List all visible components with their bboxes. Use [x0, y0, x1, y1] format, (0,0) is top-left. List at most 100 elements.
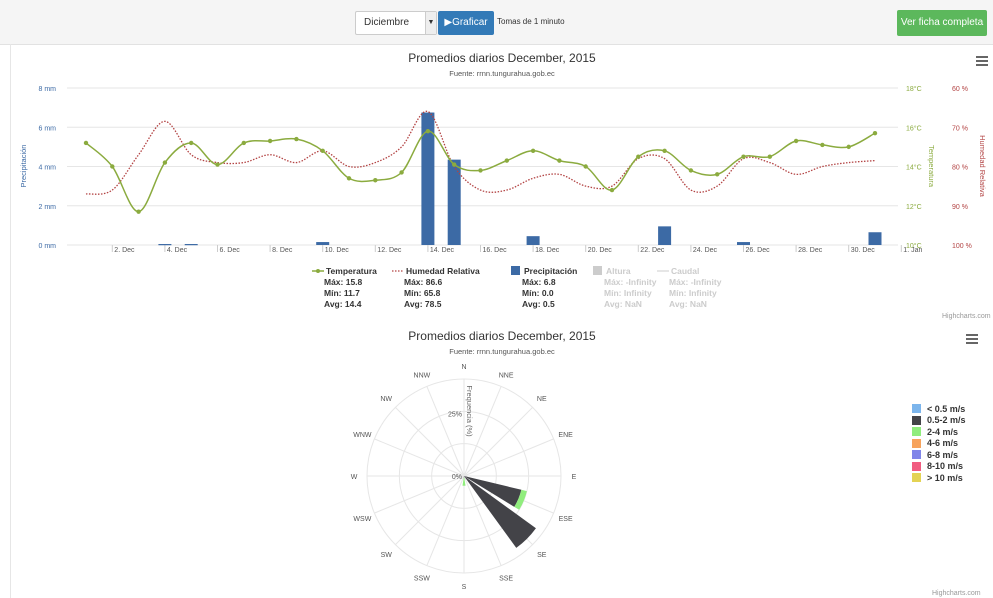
- wind-legend-label: 6-8 m/s: [927, 449, 959, 460]
- chart1-title: Promedios diarios December, 2015: [408, 51, 596, 65]
- x-tick-label: 4. Dec: [167, 247, 188, 254]
- legend-min: Mín: 11.7: [324, 288, 360, 298]
- chevron-down-icon[interactable]: ▼: [425, 12, 436, 34]
- temperature-axis-title: Temperatura: [927, 145, 936, 188]
- graph-button[interactable]: ▶Graficar: [438, 11, 494, 35]
- humidity-axis-title: Humedad Relativa: [978, 135, 987, 198]
- legend-precipitation-symbol: [511, 266, 520, 275]
- temperature-point: [373, 178, 378, 183]
- wind-legend-label: 2-4 m/s: [927, 426, 959, 437]
- wind-legend-item[interactable]: < 0.5 m/s: [912, 403, 966, 415]
- wind-legend-swatch: [912, 450, 921, 460]
- precipitation-bar: [737, 242, 750, 245]
- precipitation-bar: [658, 226, 672, 245]
- direction-label: SE: [537, 552, 547, 559]
- direction-gridline: [395, 475, 465, 545]
- direction-label: SSW: [414, 576, 430, 583]
- wind-legend-swatch: [912, 427, 921, 437]
- legend-max: Máx: 15.8: [324, 277, 363, 287]
- direction-label: SW: [381, 552, 393, 559]
- precipitation-tick-label: 2 mm: [39, 204, 57, 211]
- wind-legend-item[interactable]: > 10 m/s: [912, 472, 966, 484]
- play-icon: ▶: [444, 17, 453, 28]
- precipitation-tick-label: 4 mm: [39, 165, 57, 172]
- x-tick-label: 28. Dec: [798, 247, 823, 254]
- legend-temperature-marker: [316, 269, 320, 273]
- precipitation-bar: [868, 232, 882, 245]
- precipitation-tick-label: 0 mm: [39, 243, 57, 250]
- x-tick-label: 1. Jan: [903, 247, 922, 254]
- temperature-point: [820, 142, 825, 148]
- temperature-tick-label: 12°C: [906, 203, 922, 211]
- month-select-value: Diciembre: [364, 17, 410, 28]
- wind-legend-label: 8-10 m/s: [927, 461, 964, 472]
- legend-series-name: Altura: [606, 266, 631, 276]
- x-tick-label: 2. Dec: [114, 247, 135, 254]
- temperature-point: [872, 130, 878, 136]
- daily-averages-chart: Promedios diarios December, 2015 Fuente: …: [19, 51, 987, 309]
- wind-rose-chart: Promedios diarios December, 2015 Fuente: …: [351, 329, 596, 591]
- wind-legend-item[interactable]: 0.5-2 m/s: [912, 415, 966, 427]
- chart2-title: Promedios diarios December, 2015: [408, 329, 596, 343]
- wind-legend-label: 0.5-2 m/s: [927, 415, 966, 426]
- sample-rate-text: Tomas de 1 minuto: [497, 17, 565, 26]
- temperature-point: [530, 148, 536, 153]
- direction-label: WSW: [353, 516, 371, 523]
- temperature-tick-label: 16°C: [906, 124, 922, 132]
- temperature-point: [162, 160, 168, 165]
- temperature-point: [452, 162, 457, 167]
- wind-legend-swatch: [912, 404, 921, 414]
- x-tick-label: 30. Dec: [851, 247, 876, 254]
- temperature-point: [83, 140, 89, 146]
- credits-link-1[interactable]: Highcharts.com: [942, 313, 991, 320]
- temperature-point: [583, 164, 588, 169]
- direction-label: ENE: [558, 432, 573, 439]
- humidity-tick-label: 90 %: [952, 204, 968, 211]
- humidity-tick-label: 70 %: [952, 125, 968, 132]
- direction-label: E: [572, 474, 577, 481]
- wind-legend-swatch: [912, 461, 921, 471]
- radial-tick-label: 25%: [448, 411, 462, 418]
- temperature-point: [189, 140, 194, 146]
- temperature-point: [767, 154, 772, 159]
- x-tick-label: 8. Dec: [272, 247, 293, 254]
- full-sheet-button[interactable]: Ver ficha completa: [897, 10, 987, 36]
- temperature-point: [267, 138, 273, 144]
- wind-legend-label: 4-6 m/s: [927, 438, 959, 449]
- wind-legend-item[interactable]: 2-4 m/s: [912, 426, 966, 438]
- legend-max: Máx: -Infinity: [604, 277, 657, 287]
- legend-avg: Avg: 14.4: [324, 299, 362, 309]
- humidity-tick-label: 100 %: [952, 243, 972, 250]
- precipitation-bar: [158, 244, 172, 246]
- credits-link-2[interactable]: Highcharts.com: [932, 590, 981, 597]
- direction-label: WNW: [353, 432, 372, 439]
- temperature-point: [136, 209, 141, 214]
- legend-avg: Avg: 78.5: [404, 299, 442, 309]
- precipitation-tick-label: 8 mm: [39, 86, 57, 93]
- wind-legend-label: < 0.5 m/s: [927, 403, 966, 414]
- legend-min: Mín: Infinity: [669, 288, 717, 298]
- temperature-point: [793, 138, 799, 144]
- radial-tick-label: 0%: [452, 474, 462, 481]
- wind-legend-swatch: [912, 473, 921, 483]
- temperature-tick-label: 14°C: [906, 164, 922, 172]
- wind-legend-item[interactable]: 6-8 m/s: [912, 449, 966, 461]
- temperature-point: [557, 158, 562, 163]
- temperature-point: [846, 144, 851, 150]
- x-tick-label: 14. Dec: [430, 247, 455, 254]
- wind-rose-legend: < 0.5 m/s 0.5-2 m/s 2-4 m/s 4-6 m/s 6-8 m/s 8…: [912, 403, 966, 484]
- wind-legend-item[interactable]: 8-10 m/s: [912, 461, 966, 473]
- temperature-point: [741, 154, 746, 159]
- x-tick-label: 12. Dec: [377, 247, 402, 254]
- graph-button-label: Graficar: [452, 17, 488, 28]
- legend-min: Mín: 0.0: [522, 288, 554, 298]
- month-select[interactable]: Diciembre ▼: [355, 11, 437, 35]
- temperature-point: [241, 140, 246, 146]
- legend-avg: Avg: NaN: [604, 299, 642, 309]
- legend-max: Máx: 6.8: [522, 277, 556, 287]
- wind-legend-item[interactable]: 4-6 m/s: [912, 438, 966, 450]
- humidity-tick-label: 60 %: [952, 86, 968, 93]
- legend-series-name: Caudal: [671, 266, 699, 276]
- precipitation-bar: [316, 242, 330, 245]
- chart1-subtitle: Fuente: rrnn.tungurahua.gob.ec: [449, 69, 555, 78]
